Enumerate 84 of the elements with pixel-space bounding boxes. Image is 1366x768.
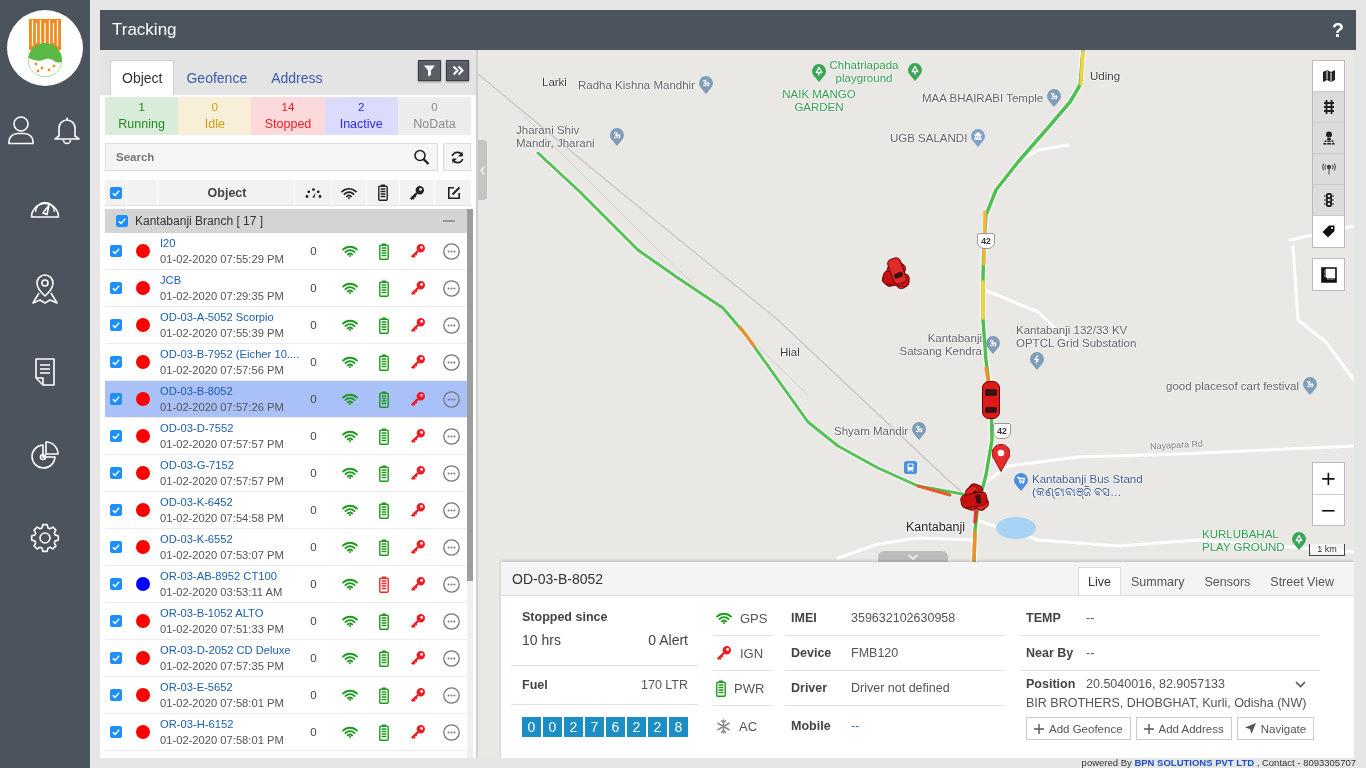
speed-value: 0 (310, 393, 317, 405)
info-label: Mobile (790, 719, 832, 733)
odometer-digit: 2 (627, 717, 646, 737)
speed-value: 0 (310, 578, 317, 590)
speed-value: 0 (310, 282, 317, 294)
speed-value: 0 (310, 245, 317, 257)
map-label: Kantabanji Bus Stand (1032, 473, 1143, 486)
info-label: Near By (1025, 646, 1075, 660)
info-label: Position (1026, 677, 1077, 691)
timestamp: 01-02-2020 07:58:01 PM (160, 733, 284, 748)
speed-value: 0 (310, 356, 317, 368)
speed-value: 0 (310, 541, 317, 553)
map-scale: 1 km (1309, 544, 1345, 556)
timestamp: 01-02-2020 07:55:39 PM (160, 326, 284, 341)
speed-value: 0 (310, 504, 317, 516)
odometer-digit: 2 (564, 717, 583, 737)
map-label: Radha Kishna Mandhir (578, 78, 695, 92)
map-label: Shyam Mandir (834, 424, 909, 438)
page-title: Tracking (112, 20, 177, 40)
odometer-digit: 0 (543, 717, 562, 737)
timestamp: 01-02-2020 07:57:56 PM (160, 363, 284, 378)
speed-value: 0 (310, 430, 317, 442)
vehicle-title: OD-03-B-8052 (512, 570, 604, 587)
odometer-digit: 6 (606, 717, 625, 737)
timestamp: 01-02-2020 07:55:29 PM (160, 252, 284, 267)
info-label: Device (790, 646, 833, 660)
road-shield: 42 (993, 423, 1011, 439)
map-label: Nayapara Rd (1149, 438, 1204, 453)
odometer-digit: 0 (522, 717, 541, 737)
map-label: Kantabanji Satsang Kendra (898, 332, 982, 358)
fuel-value: 170 LTR (641, 678, 688, 692)
speed-value: 0 (310, 652, 317, 664)
fuel-label: Fuel (522, 678, 548, 692)
sensor-label: AC (739, 718, 758, 734)
speed-value: 0 (310, 319, 317, 331)
alert-count: 0 Alert (648, 632, 688, 648)
speed-value: 0 (310, 689, 317, 701)
map-label: Jharani Shiv Mandir, Jharani (516, 124, 596, 150)
sensor-label: GPS (740, 610, 768, 626)
address-text: BIR BROTHERS, DHOBGHAT, Kurli, Odisha (NW) (1026, 696, 1308, 710)
map-label: Uding (1090, 70, 1121, 83)
timestamp: 01-02-2020 07:51:33 PM (160, 622, 284, 637)
info-label: TEMP (1025, 611, 1062, 625)
road-shield: 42 (977, 233, 995, 249)
timestamp: 01-02-2020 07:29:35 PM (160, 289, 284, 304)
timestamp: 01-02-2020 07:57:57 PM (160, 474, 284, 489)
stopped-duration: 10 hrs (522, 632, 561, 648)
speed-value: 0 (310, 467, 317, 479)
coordinates: 20.5040016, 82.9057133 (1086, 677, 1226, 691)
map-label: KURLUBAHAL PLAY GROUND (1202, 528, 1286, 554)
map-label: UGB SALANDI (890, 131, 968, 145)
map-label: Chhatriapada playground (828, 59, 900, 85)
timestamp: 01-02-2020 07:54:58 PM (160, 511, 284, 526)
info-label: IMEI (790, 611, 818, 625)
sensor-label: PWR (734, 680, 765, 696)
speed-value: 0 (310, 615, 317, 627)
info-value: Driver not defined (851, 681, 950, 695)
sensor-label: IGN (740, 645, 764, 661)
info-value: -- (1086, 611, 1095, 625)
map-label: good placesof cart festival (1166, 379, 1299, 393)
info-value: FMB120 (851, 646, 899, 660)
group-name: Kantabanji Branch [ 17 ] (135, 214, 264, 228)
status-label: Stopped since (522, 610, 609, 624)
info-label: Driver (790, 681, 829, 695)
info-value: -- (1086, 646, 1095, 660)
timestamp: 01-02-2020 07:57:35 PM (160, 659, 284, 674)
map-label: MAA BHAIRABI Temple (922, 91, 1044, 105)
timestamp: 01-02-2020 07:57:26 PM (160, 400, 284, 415)
footer-text: powered By BPN SOLUTIONS PVT LTD , Contact - 8093305707 (1081, 758, 1356, 768)
timestamp: 01-02-2020 03:53:11 AM (160, 585, 283, 600)
info-value: 359632102630958 (851, 611, 956, 625)
map-label: (କଣ୍ଟାବାଞ୍ଜି ବସ… (1032, 486, 1123, 499)
speed-value: 0 (310, 726, 317, 738)
timestamp: 01-02-2020 07:53:07 PM (160, 548, 284, 563)
odometer-digit: 2 (648, 717, 667, 737)
map-label: NAIK MANGO GARDEN (781, 88, 857, 114)
odometer-digit: 7 (585, 717, 604, 737)
map-label: Larki (542, 76, 567, 89)
timestamp: 01-02-2020 07:58:01 PM (160, 696, 284, 711)
map-label: Kantabanji (906, 520, 966, 534)
timestamp: 01-02-2020 07:57:57 PM (160, 437, 284, 452)
map-label: Hial (780, 346, 800, 359)
map-label: Kantabanji 132/33 KV OPTCL Grid Substation (1016, 324, 1138, 350)
odometer-digit: 8 (669, 717, 688, 737)
